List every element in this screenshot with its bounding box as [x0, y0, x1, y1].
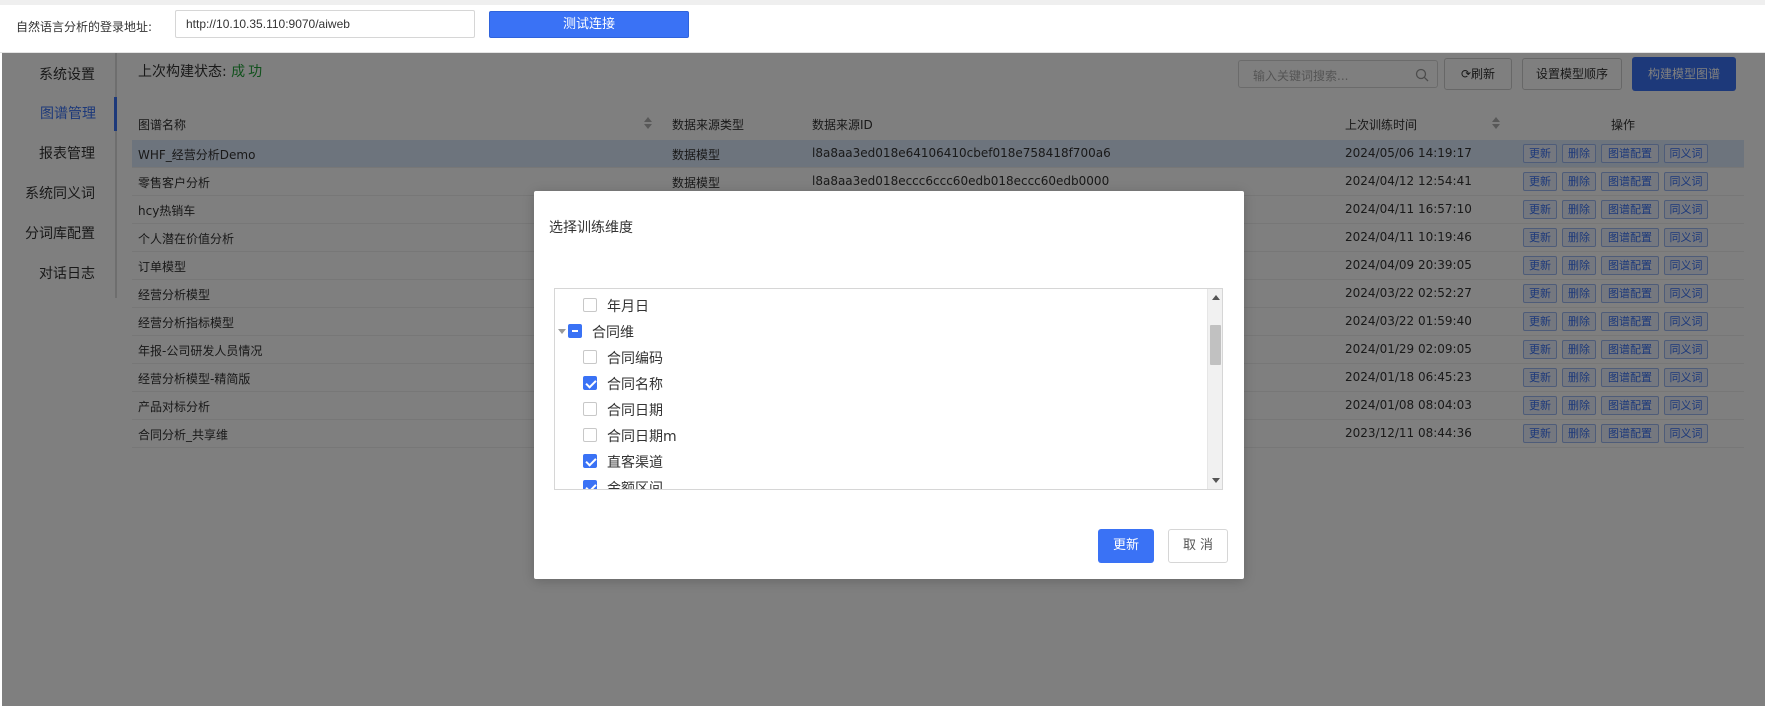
checkbox[interactable] [583, 454, 597, 468]
login-bar: 自然语言分析的登录地址: http://10.10.35.110:9070/ai… [0, 0, 1765, 53]
scroll-up-icon[interactable] [1212, 295, 1220, 300]
tree-node-label: 合同日期m [607, 429, 677, 445]
checkbox[interactable] [583, 402, 597, 416]
scrollbar-thumb[interactable] [1210, 325, 1221, 365]
dialog-title: 选择训练维度 [549, 220, 633, 236]
test-connection-button[interactable]: 测试连接 [489, 11, 689, 38]
tree-node-label: 直客渠道 [607, 455, 663, 471]
tree-node-label: 金额区间 [607, 481, 663, 490]
tree-scrollbar[interactable] [1207, 289, 1222, 489]
cancel-button[interactable]: 取消 [1168, 529, 1228, 563]
update-button[interactable]: 更新 [1098, 529, 1154, 563]
select-dimension-dialog: 选择训练维度 年月日 合同维 合同编码 合同名称 合同日期 合同日期m 直客渠道… [534, 191, 1244, 579]
checkbox[interactable] [583, 480, 597, 489]
checkbox[interactable] [583, 428, 597, 442]
tree-node-label: 合同日期 [607, 403, 663, 419]
caret-down-icon[interactable] [558, 329, 566, 334]
checkbox[interactable] [583, 376, 597, 390]
tree-node-label: 年月日 [607, 299, 649, 315]
scroll-down-icon[interactable] [1212, 478, 1220, 483]
tree-node-label: 合同编码 [607, 351, 663, 367]
checkbox[interactable] [583, 298, 597, 312]
login-url-label: 自然语言分析的登录地址: [16, 20, 153, 34]
checkbox[interactable] [568, 324, 582, 338]
dimension-tree[interactable]: 年月日 合同维 合同编码 合同名称 合同日期 合同日期m 直客渠道 金额区间 [554, 288, 1223, 490]
login-url-input[interactable]: http://10.10.35.110:9070/aiweb [175, 10, 475, 38]
checkbox[interactable] [583, 350, 597, 364]
tree-node-label: 合同名称 [607, 377, 663, 393]
tree-node-label: 合同维 [592, 325, 634, 341]
